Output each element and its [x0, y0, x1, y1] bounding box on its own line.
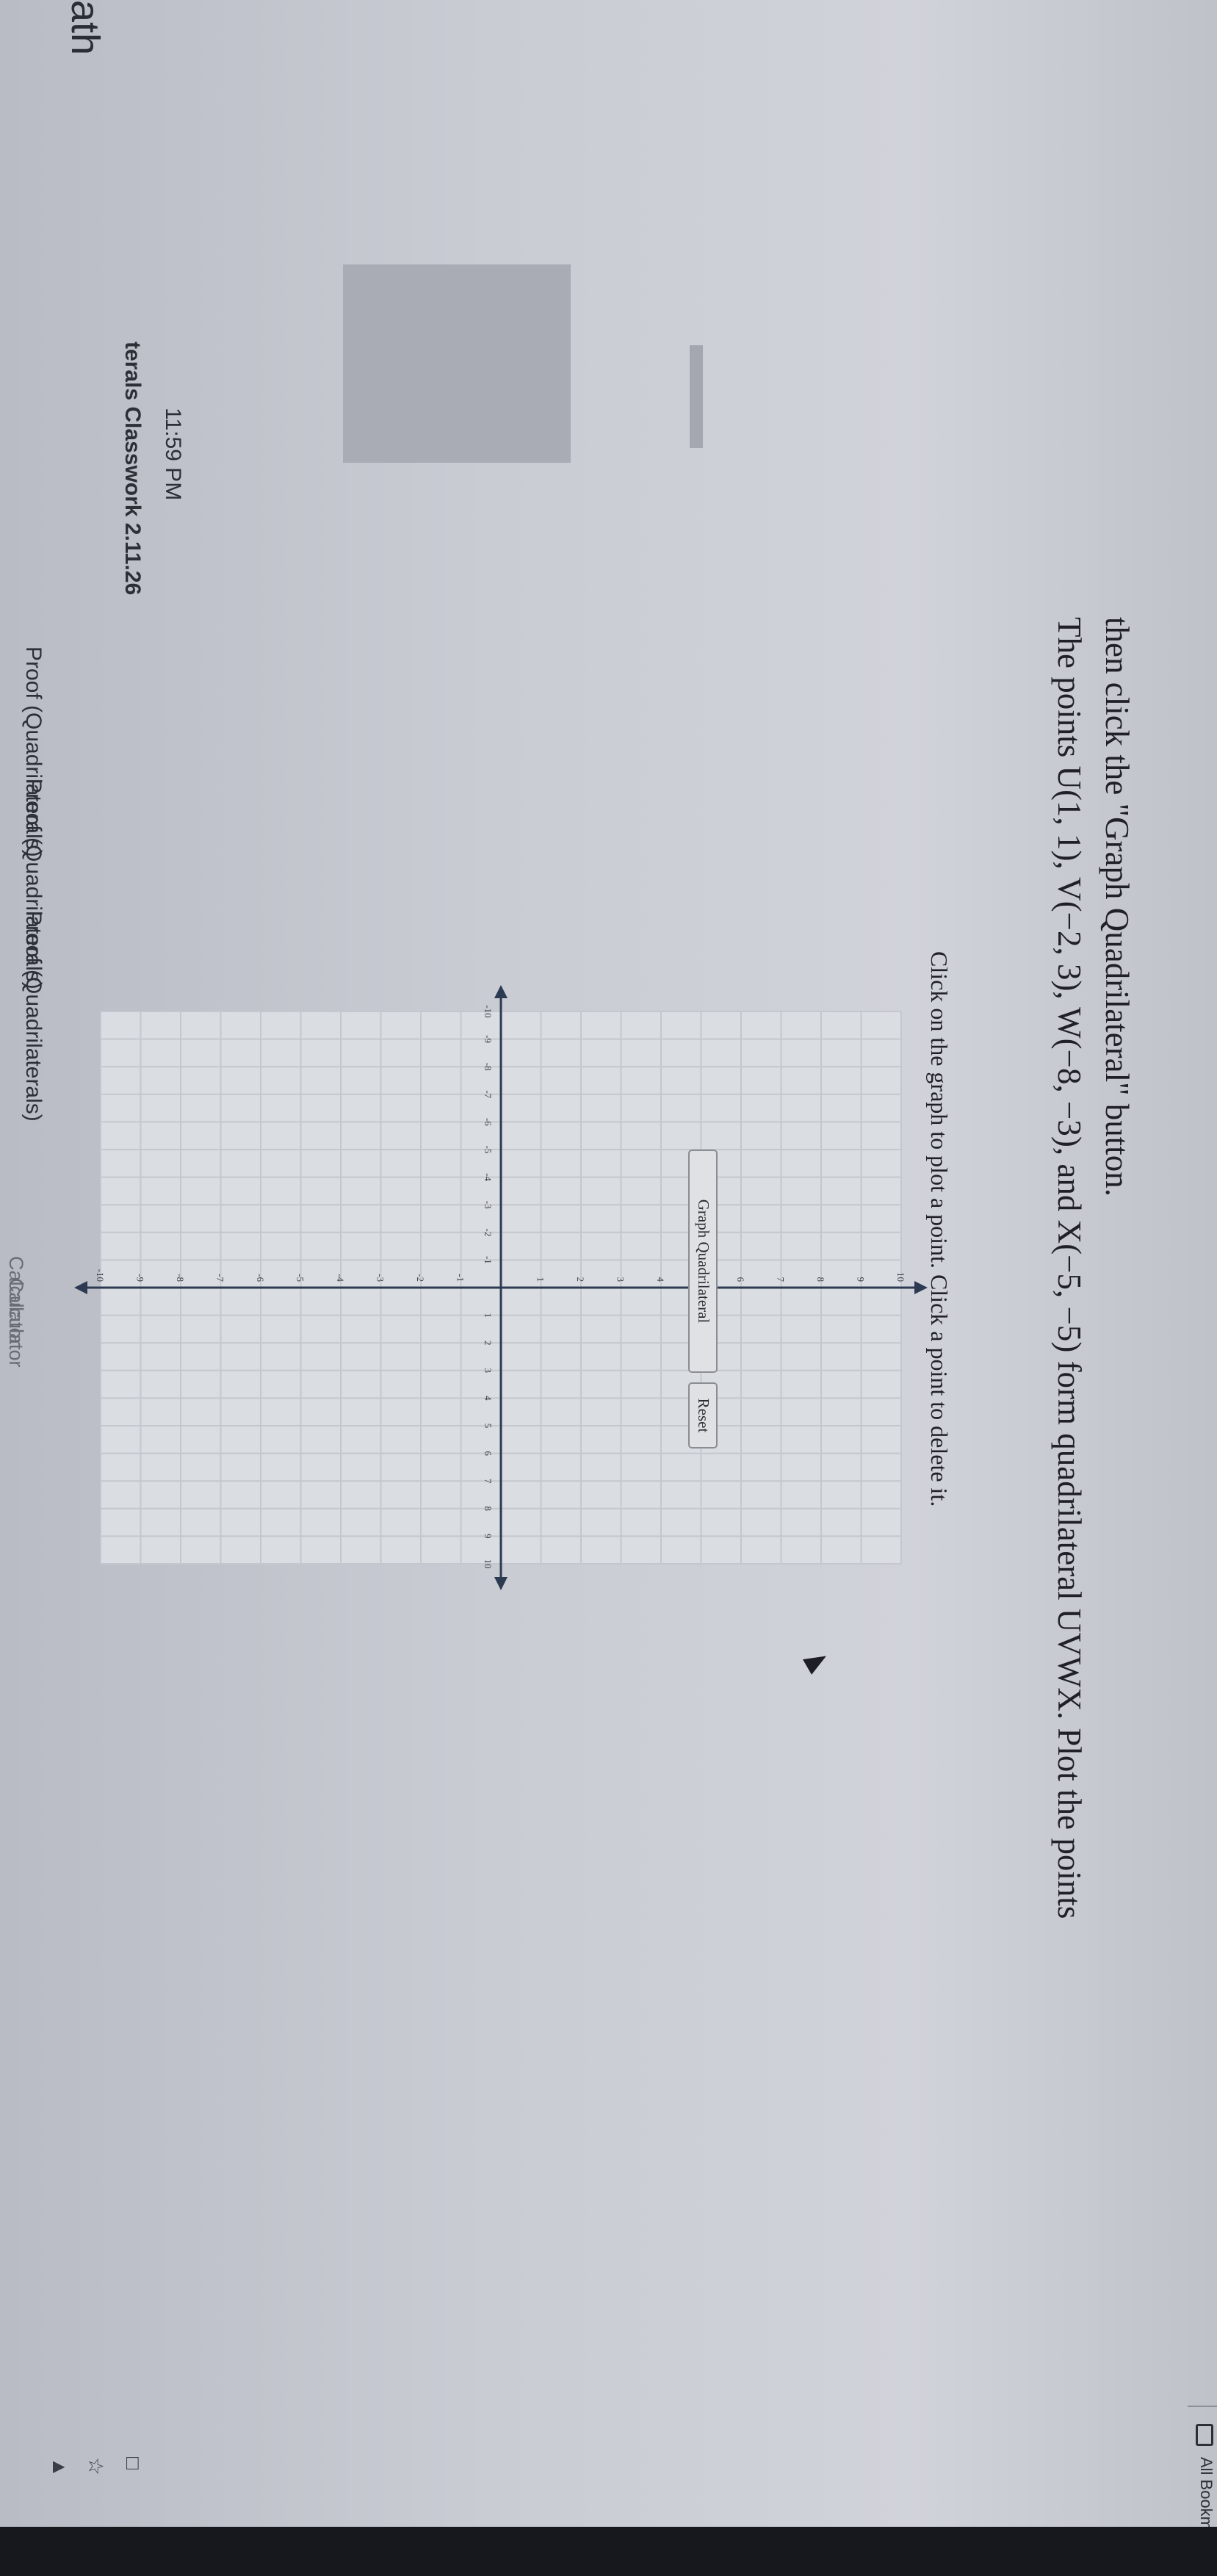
assignment-title[interactable]: terals Classwork 2.11.26 [120, 342, 145, 595]
browser-page: ath terals Classwork 2.11.26 11:59 PM Pr… [0, 0, 1217, 2576]
y-axis-arrow-down [74, 1281, 87, 1294]
x-tick-label: -10 [483, 1005, 494, 1017]
y-tick-label: -7 [215, 1274, 226, 1282]
x-tick-label: -3 [483, 1201, 494, 1209]
x-tick-label: 4 [483, 1396, 494, 1401]
y-tick-label: -3 [375, 1274, 386, 1282]
x-tick-label: 3 [483, 1368, 494, 1374]
x-tick-label: 10 [483, 1559, 494, 1569]
y-tick-label: -8 [175, 1274, 186, 1282]
x-tick-label: -9 [483, 1035, 494, 1043]
x-tick-label: 8 [483, 1507, 494, 1512]
progress-bar [690, 345, 703, 448]
problem-text-line-2: then click the "Graph Quadrilateral" but… [1099, 617, 1135, 1197]
y-tick-label: -1 [455, 1274, 466, 1282]
y-tick-label: 8 [815, 1277, 826, 1282]
y-tick-label: -5 [295, 1274, 306, 1282]
x-tick-label: 6 [483, 1451, 494, 1456]
y-tick-label: -6 [255, 1274, 266, 1282]
x-tick-label: 2 [483, 1341, 494, 1346]
problem-text-line-1: The points U(1, 1), V(−2, 3), W(−8, −3),… [1051, 617, 1088, 1919]
x-axis-arrow-left [494, 985, 508, 998]
coordinate-graph[interactable]: -10 -9 -8 -7 -6 -5 -4 -3 -2 -1 1 2 3 4 5 6 7 8 9 10 -10 -9 -8 -… [71, 982, 931, 1593]
y-tick-label: -4 [335, 1274, 346, 1282]
x-tick-label: -5 [483, 1146, 494, 1154]
x-tick-label: -8 [483, 1063, 494, 1071]
star-icon[interactable]: ☆ [84, 2457, 108, 2475]
toolbar-divider [1188, 2406, 1217, 2407]
x-tick-label: -6 [483, 1118, 494, 1126]
sidebar-selected-highlight [343, 264, 571, 463]
puzzle-icon[interactable]: ▲ [48, 2457, 71, 2478]
sidebar-item-proof-3[interactable]: Proof (Quadrilaterals) [21, 911, 46, 1122]
y-tick-label: 9 [856, 1277, 867, 1282]
x-tick-label: 7 [483, 1479, 494, 1484]
y-axis-arrow-up [914, 1281, 928, 1294]
x-axis-arrow-right [494, 1577, 508, 1590]
y-tick-label: 2 [575, 1277, 586, 1282]
x-tick-label: 1 [483, 1313, 494, 1318]
x-tick-label: -7 [483, 1090, 494, 1098]
y-tick-label: 4 [655, 1277, 666, 1282]
y-tick-label: 6 [735, 1277, 746, 1282]
x-tick-label: 5 [483, 1424, 494, 1429]
y-tick-label: -2 [415, 1274, 426, 1282]
calculator-link-2[interactable]: Calculator [4, 1278, 27, 1368]
y-tick-label: -10 [95, 1269, 106, 1282]
y-tick-label: 1 [535, 1277, 546, 1282]
due-time: 11:59 PM [161, 408, 185, 501]
y-tick-label: 3 [615, 1277, 626, 1282]
y-tick-label: -9 [135, 1274, 146, 1282]
x-tick-label: -2 [483, 1228, 494, 1236]
folder-icon[interactable] [1196, 2424, 1213, 2446]
mouse-cursor-icon [803, 1648, 831, 1675]
screen-bezel [0, 2527, 1217, 2576]
x-tick-label: -4 [483, 1173, 494, 1181]
reset-button[interactable]: Reset [688, 1382, 718, 1448]
screen: ath terals Classwork 2.11.26 11:59 PM Pr… [0, 0, 1217, 2576]
graph-quadrilateral-button[interactable]: Graph Quadrilateral [688, 1150, 718, 1373]
x-tick-label: -1 [483, 1256, 494, 1264]
sidebar-icon[interactable]: □ [121, 2457, 145, 2469]
y-tick-label: 7 [776, 1277, 787, 1282]
y-tick-label: 10 [895, 1272, 906, 1282]
x-tick-label: 9 [483, 1534, 494, 1539]
course-title: ath [63, 0, 107, 56]
